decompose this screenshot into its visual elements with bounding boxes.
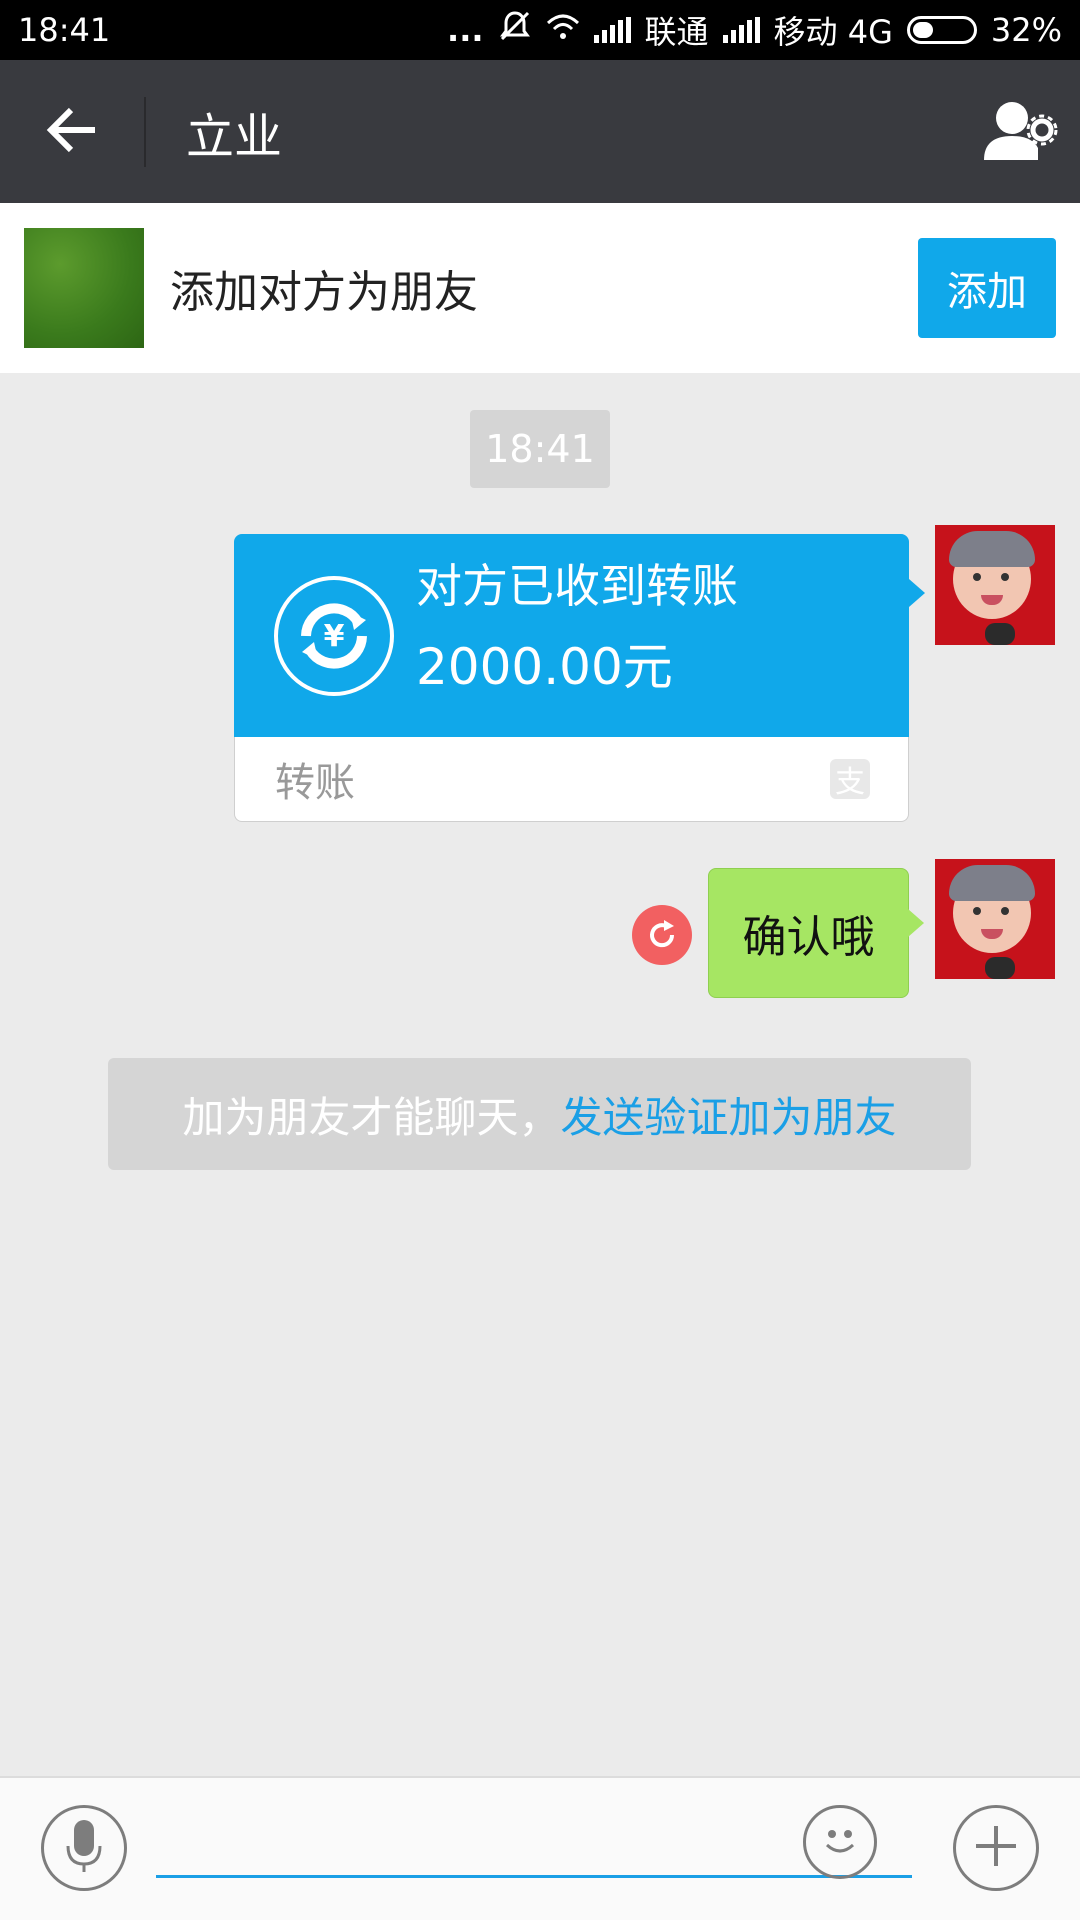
carrier-1: 联通 bbox=[644, 13, 709, 51]
carrier-2: 移动 4G bbox=[773, 13, 893, 51]
voice-button[interactable] bbox=[41, 1805, 127, 1891]
transfer-label: 转账 bbox=[275, 760, 355, 806]
svg-text:¥: ¥ bbox=[324, 619, 345, 654]
smiley-icon bbox=[815, 1815, 865, 1869]
battery-icon bbox=[906, 16, 977, 44]
transfer-status: 对方已收到转账 bbox=[416, 558, 738, 613]
add-friend-notice: 加为朋友才能聊天， 发送验证加为朋友 bbox=[108, 1058, 971, 1170]
add-friend-button[interactable]: 添加 bbox=[918, 238, 1056, 338]
page-title: 立业 bbox=[186, 108, 283, 165]
transfer-amount: 2000.00元 bbox=[416, 637, 673, 696]
more-dots: ... bbox=[447, 11, 484, 49]
my-avatar-2[interactable] bbox=[935, 859, 1055, 979]
more-button[interactable] bbox=[953, 1805, 1039, 1891]
alipay-icon: 支 bbox=[830, 759, 870, 800]
header-divider bbox=[144, 96, 146, 167]
yuan-transfer-icon: ¥ bbox=[274, 575, 394, 696]
notice-text: 加为朋友才能聊天， bbox=[182, 1092, 561, 1142]
plus-icon bbox=[972, 1822, 1020, 1874]
input-bar bbox=[0, 1776, 1080, 1920]
message-input[interactable] bbox=[156, 1818, 912, 1878]
transfer-card-top: ¥ 对方已收到转账 2000.00元 bbox=[234, 534, 925, 737]
add-friend-text: 添加对方为朋友 bbox=[170, 267, 478, 318]
chat-info-button[interactable] bbox=[960, 60, 1080, 203]
mute-icon bbox=[498, 9, 532, 51]
status-bar: 18:41 ... 联通 移动 4G 32% bbox=[0, 0, 1080, 60]
emoji-button[interactable] bbox=[803, 1805, 877, 1879]
message-timestamp: 18:41 bbox=[470, 410, 610, 488]
arrow-left-icon bbox=[45, 106, 99, 158]
chat-area[interactable]: 18:41 ¥ 对方已收到转账 2000.00元 转账 支 确认哦 加为朋友才能… bbox=[0, 373, 1080, 1776]
transfer-message[interactable]: ¥ 对方已收到转账 2000.00元 转账 支 bbox=[234, 534, 925, 822]
back-button[interactable] bbox=[0, 60, 144, 203]
microphone-icon bbox=[64, 1818, 104, 1878]
chat-header: 立业 bbox=[0, 60, 1080, 203]
signal-icon-2 bbox=[722, 17, 760, 43]
status-time: 18:41 bbox=[18, 11, 111, 49]
user-settings-icon bbox=[982, 98, 1058, 166]
signal-icon-1 bbox=[593, 17, 631, 43]
transfer-card-footer: 转账 支 bbox=[234, 737, 909, 822]
wifi-icon bbox=[546, 11, 580, 49]
battery-level: 32% bbox=[990, 11, 1062, 49]
resend-icon[interactable] bbox=[632, 905, 692, 965]
text-message-bubble[interactable]: 确认哦 bbox=[708, 868, 924, 998]
add-friend-banner: 添加对方为朋友 添加 bbox=[0, 203, 1080, 373]
my-avatar[interactable] bbox=[935, 525, 1055, 645]
send-verification-link[interactable]: 发送验证加为朋友 bbox=[561, 1084, 897, 1145]
contact-avatar[interactable] bbox=[24, 228, 144, 348]
